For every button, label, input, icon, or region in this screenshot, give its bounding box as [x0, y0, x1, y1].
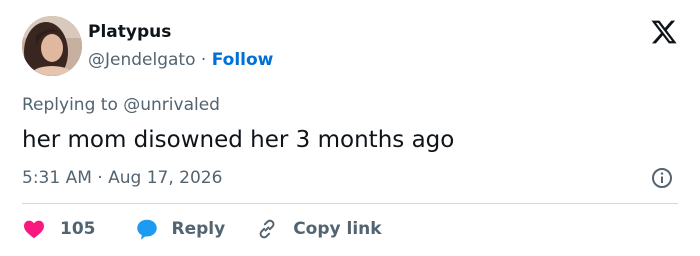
- avatar-image: [22, 16, 82, 76]
- like-button[interactable]: 105: [22, 217, 96, 241]
- replying-mention[interactable]: @unrivaled: [123, 95, 220, 115]
- tweet-date[interactable]: Aug 17, 2026: [108, 168, 222, 188]
- handle-separator: ·: [200, 50, 207, 70]
- author-handle[interactable]: @Jendelgato: [88, 50, 196, 70]
- author-handle-row: @Jendelgato · Follow: [88, 48, 273, 72]
- x-logo-icon[interactable]: [650, 18, 678, 46]
- like-count: 105: [60, 219, 96, 239]
- reply-button[interactable]: Reply: [134, 216, 226, 242]
- replying-prefix: Replying to: [22, 95, 118, 115]
- time-separator: ·: [97, 168, 103, 188]
- link-icon: [259, 219, 275, 239]
- replying-to: Replying to @unrivaled: [22, 93, 220, 117]
- reply-bubble-icon: [136, 219, 157, 240]
- timestamp-row: 5:31 AM · Aug 17, 2026: [22, 166, 222, 190]
- copy-link-button[interactable]: Copy link: [255, 217, 382, 241]
- follow-button[interactable]: Follow: [212, 50, 274, 70]
- tweet-time[interactable]: 5:31 AM: [22, 168, 92, 188]
- info-icon[interactable]: [650, 166, 674, 190]
- author-name[interactable]: Platypus: [88, 20, 171, 44]
- copy-link-label: Copy link: [293, 219, 382, 239]
- avatar[interactable]: [22, 16, 82, 76]
- heart-icon: [24, 220, 44, 239]
- reply-label: Reply: [171, 219, 226, 239]
- action-bar: 105 Reply Copy link: [22, 215, 382, 243]
- divider: [22, 203, 678, 204]
- tweet-text: her mom disowned her 3 months ago: [22, 127, 455, 153]
